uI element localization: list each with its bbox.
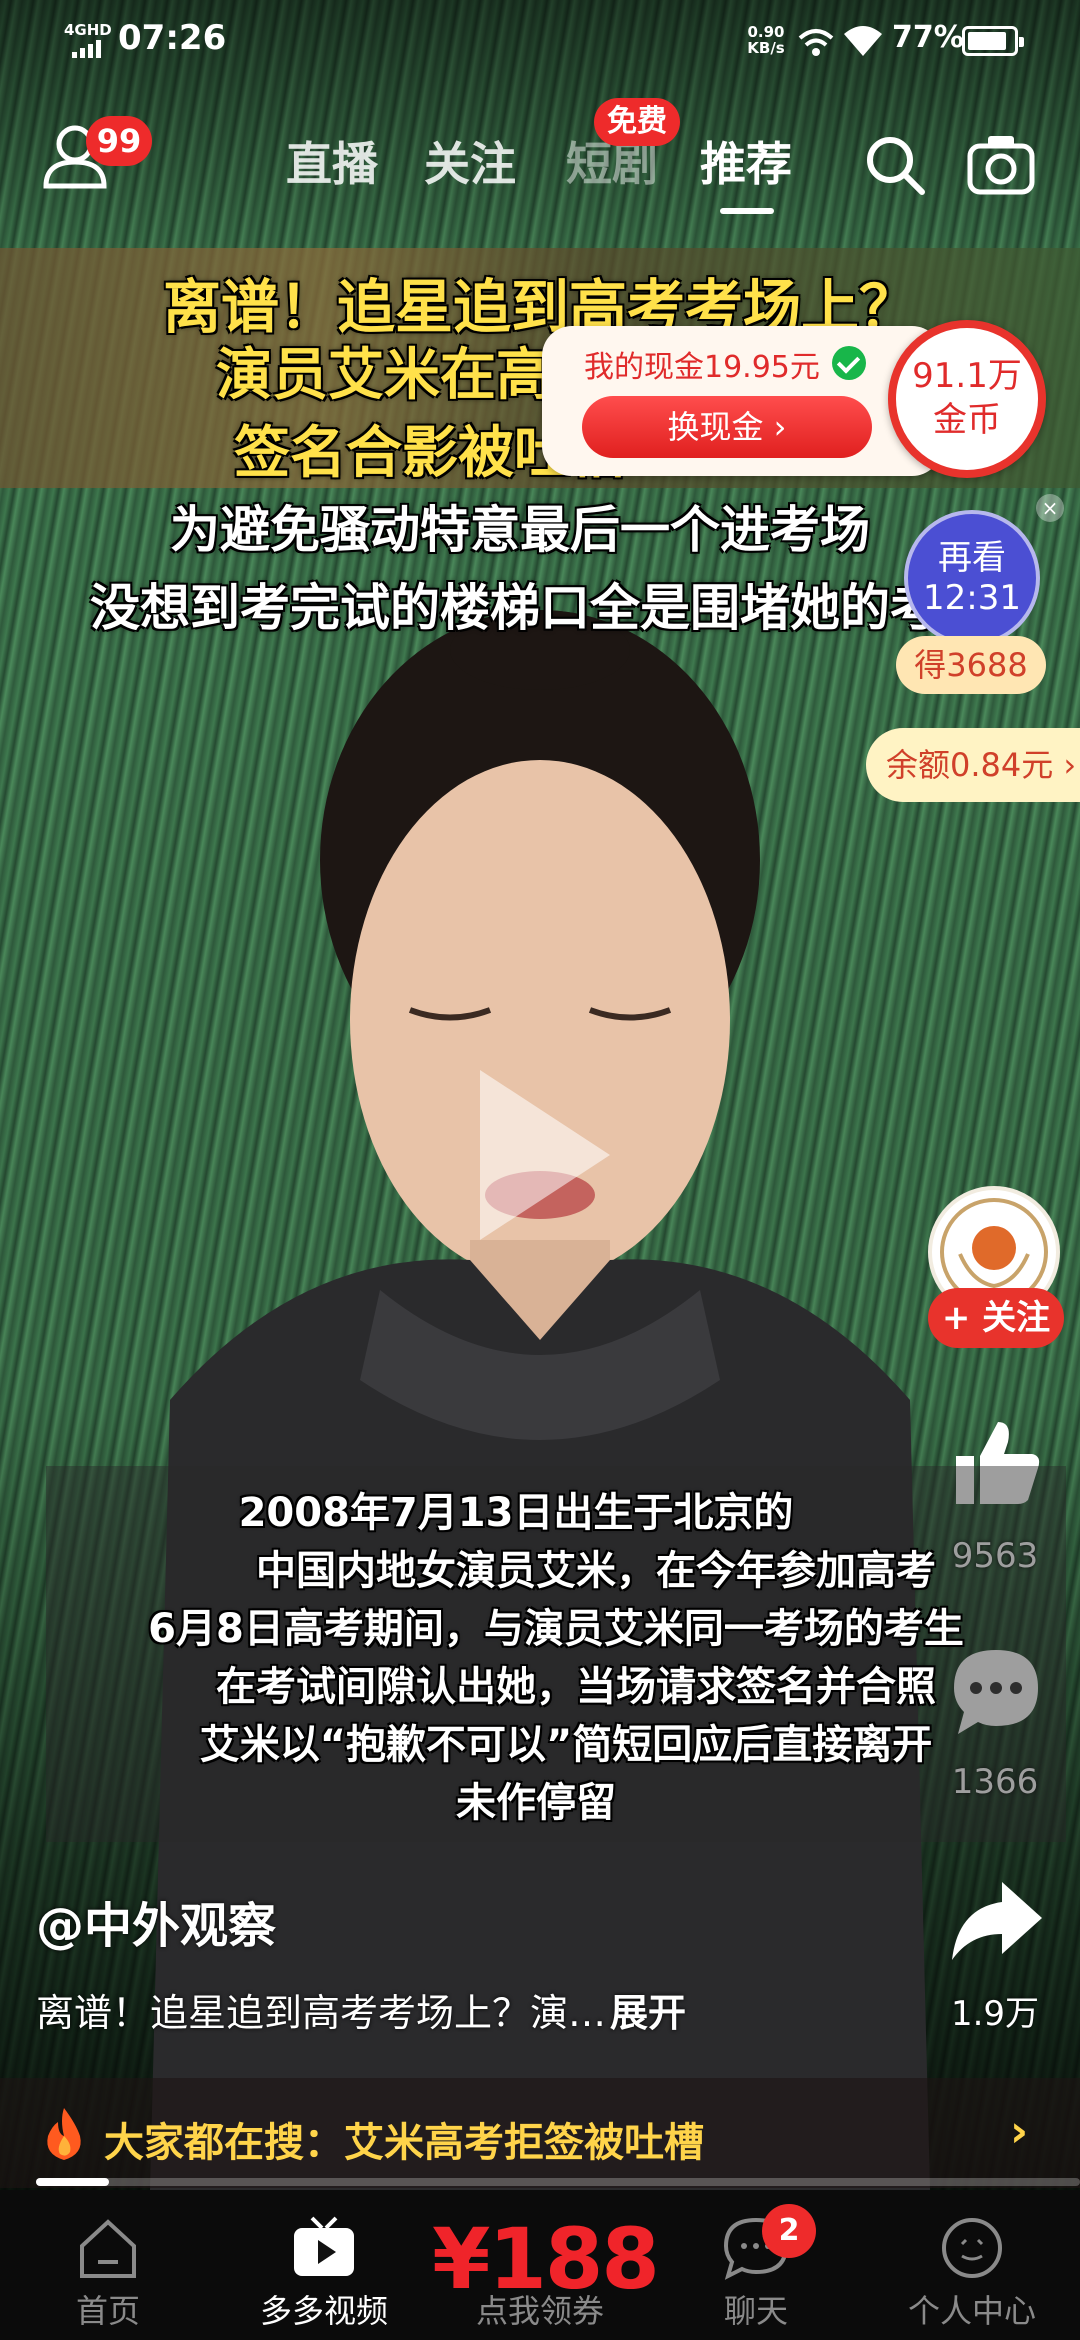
top-nav: 99 直播 关注 短剧 免费 推荐 xyxy=(0,90,1080,220)
wifi-icon xyxy=(844,26,882,56)
tab-home[interactable]: 首页 xyxy=(0,2190,216,2340)
tab-label: 首页 xyxy=(75,2292,140,2330)
bottom-tab-bar: 首页 多多视频 ¥188 点我领券 聊天 2 个人中心 xyxy=(0,2190,1080,2340)
share-count: 1.9万 xyxy=(950,1994,1040,2034)
rewatch-label: 再看 xyxy=(938,538,1006,578)
exchange-cash-button[interactable]: 换现金 › xyxy=(582,396,872,458)
video-subtitle-line: 为避免骚动特意最后一个进考场 xyxy=(170,501,870,559)
author-name[interactable]: @中外观察 xyxy=(36,1886,276,1956)
tab-following[interactable]: 关注 xyxy=(424,128,516,194)
tab-recommend[interactable]: 推荐 xyxy=(700,128,792,194)
post-description[interactable]: 离谱！追星追到高考考场上？演… 展开 xyxy=(36,1982,686,2037)
rewatch-timer: 12:31 xyxy=(923,578,1021,618)
camera-button[interactable] xyxy=(966,130,1036,200)
cash-card[interactable]: 我的现金19.95元 换现金 › xyxy=(542,326,942,476)
balance-pill[interactable]: 余额0.84元 › xyxy=(866,728,1080,802)
tab-label: 个人中心 xyxy=(907,2292,1036,2330)
tab-live[interactable]: 直播 xyxy=(286,128,378,194)
close-icon[interactable]: × xyxy=(1036,494,1064,522)
clock: 07:26 xyxy=(118,18,227,58)
caption-line: 6月8日高考期间，与演员艾米同一考场的考生 xyxy=(148,1606,964,1652)
caption-line: 艾米以“抱歉不可以”简短回应后直接离开 xyxy=(199,1722,933,1768)
network-indicator: 4GHD xyxy=(64,21,112,39)
profile-icon xyxy=(942,2218,1002,2278)
fire-icon xyxy=(47,2108,81,2160)
battery-icon xyxy=(962,26,1024,56)
video-caption-box: 2008年7月13日出生于北京的 中国内地女演员艾米，在今年参加高考 6月8日高… xyxy=(46,1466,1066,1842)
profile-button[interactable]: 99 xyxy=(40,116,152,200)
battery-percent: 77% xyxy=(892,20,964,55)
tab-label: 聊天 xyxy=(723,2292,788,2330)
wifi-calling-icon xyxy=(798,29,834,56)
play-icon[interactable] xyxy=(460,1060,620,1250)
status-bar: 4GHD 07:26 0.90 KB/s 77% xyxy=(0,0,1080,84)
playback-progress-bar[interactable] xyxy=(36,2178,1080,2186)
caption-line: 在考试间隙认出她，当场请求签名并合照 xyxy=(216,1664,936,1710)
notification-badge: 99 xyxy=(86,116,152,166)
tab-profile[interactable]: 个人中心 xyxy=(864,2190,1080,2340)
caption-line: 未作停留 xyxy=(456,1780,616,1826)
share-icon[interactable] xyxy=(946,1872,1046,1972)
cash-balance-label: 我的现金19.95元 xyxy=(584,350,820,385)
tab-video[interactable]: 多多视频 xyxy=(216,2190,432,2340)
camera-icon xyxy=(967,136,1035,195)
earn-reward-pill[interactable]: 得3688 xyxy=(896,636,1046,694)
coin-amount: 91.1万 xyxy=(912,356,1022,396)
tab-label: 点我领券 xyxy=(475,2292,604,2330)
search-button[interactable] xyxy=(860,130,930,200)
playback-progress-fill xyxy=(36,2178,110,2186)
home-icon xyxy=(80,2219,136,2278)
active-tab-indicator xyxy=(720,208,774,214)
search-icon xyxy=(867,137,925,195)
chevron-right-icon: › xyxy=(1010,2106,1029,2157)
free-badge: 免费 xyxy=(594,98,680,146)
tab-label: 多多视频 xyxy=(259,2292,388,2330)
coin-label: 金币 xyxy=(933,400,1001,440)
signal-icon xyxy=(72,40,101,58)
tab-coupon[interactable]: ¥188 点我领券 xyxy=(432,2190,660,2340)
post-description-text: 离谱！追星追到高考考场上？演… xyxy=(36,1991,607,2035)
check-icon xyxy=(832,346,866,380)
trending-search-bar[interactable]: 大家都在搜：艾米高考拒签被吐槽 › xyxy=(0,2078,1080,2188)
video-icon xyxy=(294,2216,354,2276)
follow-button[interactable]: + 关注 xyxy=(928,1288,1064,1348)
trending-search-text: 大家都在搜：艾米高考拒签被吐槽 xyxy=(104,2120,704,2166)
caption-line: 中国内地女演员艾米，在今年参加高考 xyxy=(256,1548,936,1594)
expand-link[interactable]: 展开 xyxy=(610,1991,686,2035)
network-speed: 0.90 KB/s xyxy=(747,23,785,57)
tab-chat[interactable]: 聊天 xyxy=(648,2190,864,2340)
chat-badge: 2 xyxy=(762,2204,816,2258)
caption-line: 2008年7月13日出生于北京的 xyxy=(238,1490,794,1536)
coin-balance-button[interactable]: 91.1万 金币 xyxy=(888,320,1046,478)
rewatch-timer-button[interactable]: 再看 12:31 xyxy=(904,510,1040,646)
